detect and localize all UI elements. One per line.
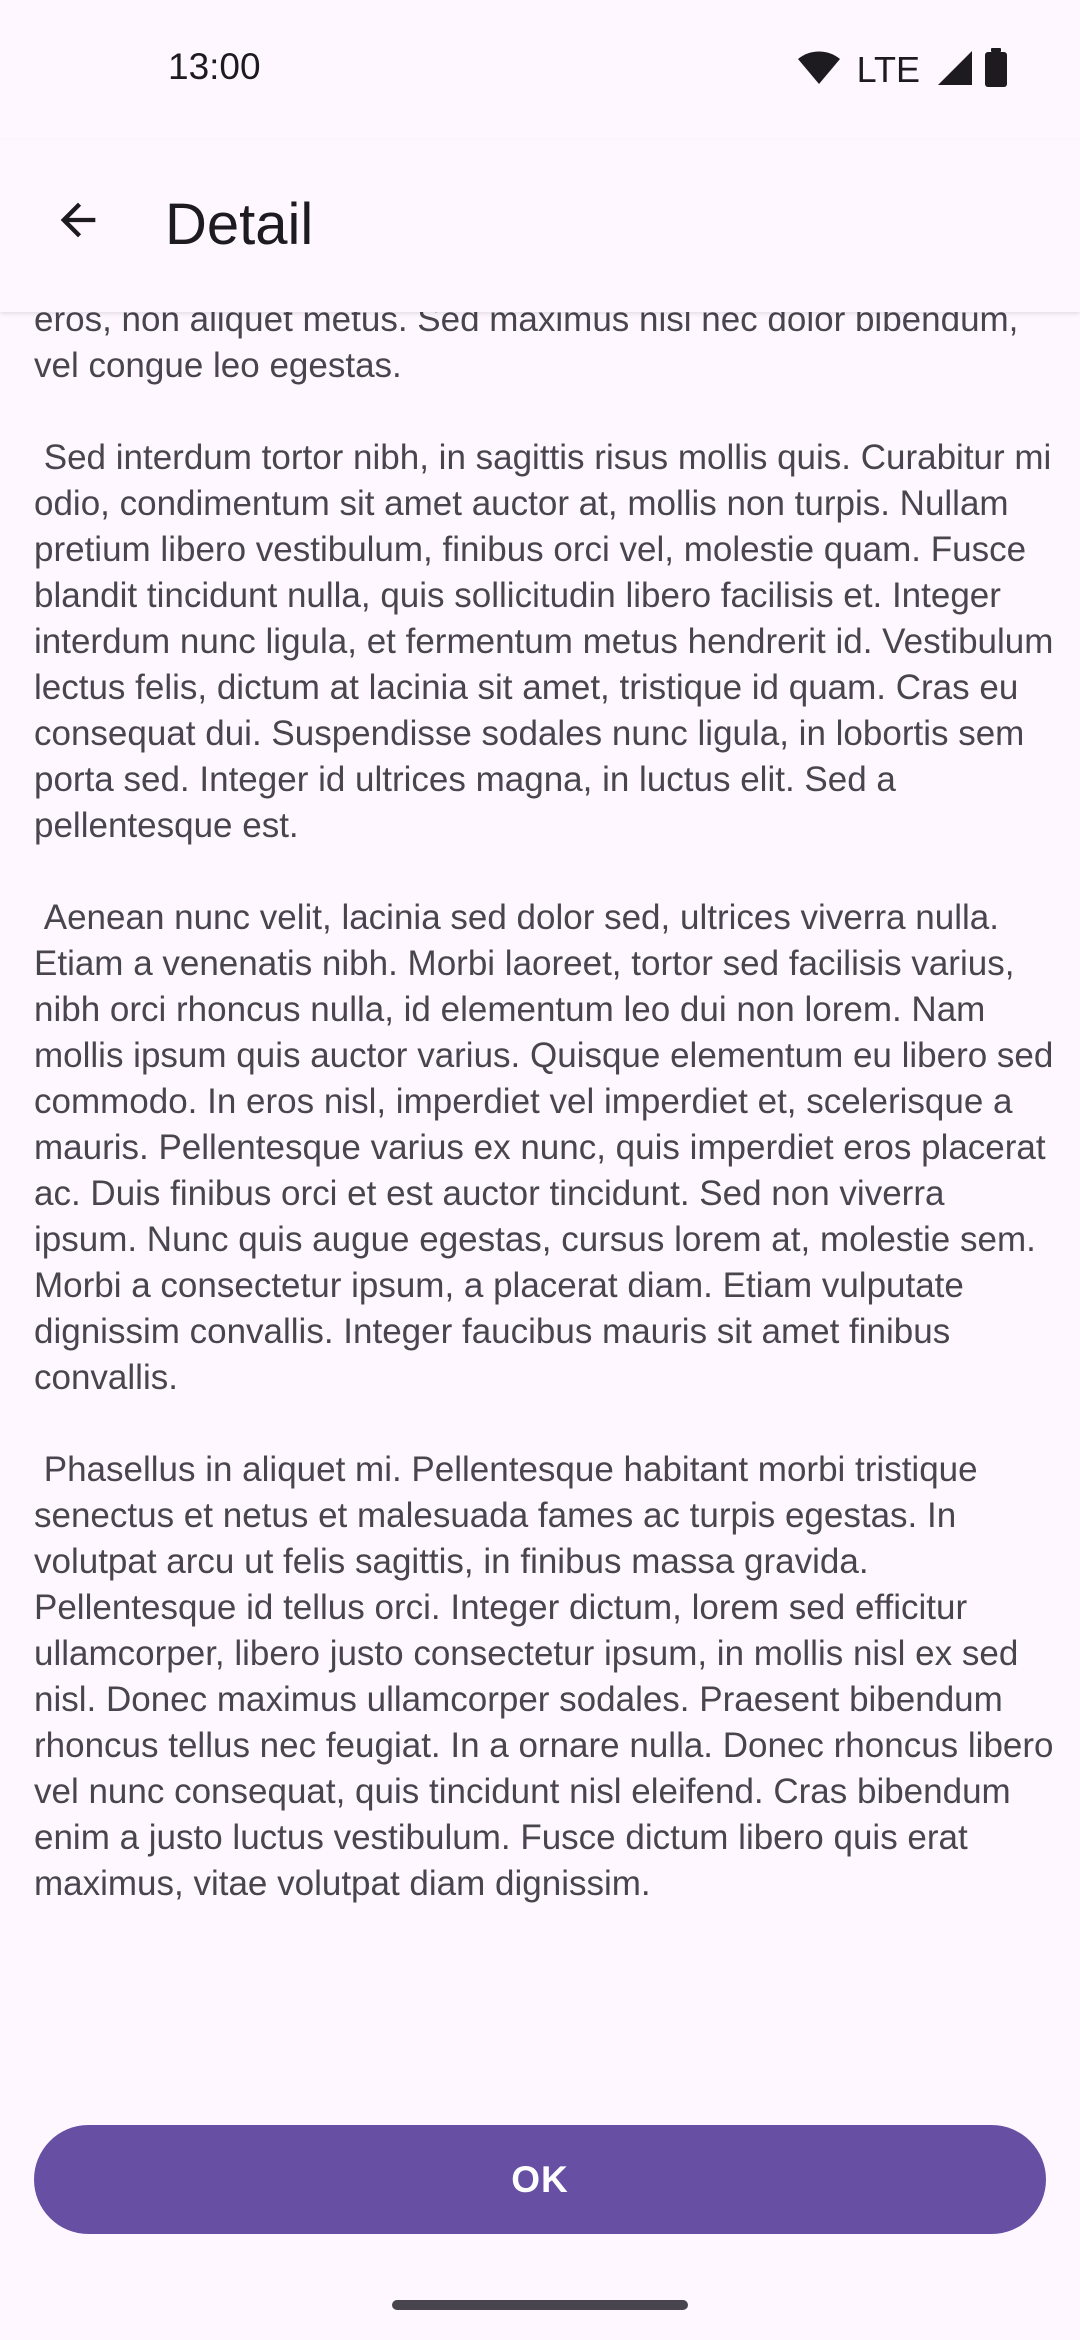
wifi-icon <box>797 50 841 91</box>
network-type-label: LTE <box>856 49 920 90</box>
status-icons: LTE <box>797 47 1008 93</box>
paragraph: Phasellus in aliquet mi. Pellentesque ha… <box>34 1450 1064 1903</box>
status-time: 13:00 <box>168 46 261 87</box>
detail-content-scroll[interactable]: eros, non aliquet metus. Sed maximus nis… <box>0 312 1080 2057</box>
paragraph: Sed interdum tortor nibh, in sagittis ri… <box>34 438 1064 845</box>
paragraph: eros, non aliquet metus. Sed maximus nis… <box>34 312 1029 385</box>
status-bar: 13:00 LTE <box>0 0 1080 140</box>
signal-icon <box>936 49 974 92</box>
ok-button-label: OK <box>511 2158 569 2200</box>
arrow-back-icon <box>52 194 104 251</box>
paragraph: Aenean nunc velit, lacinia sed dolor sed… <box>34 898 1064 1397</box>
battery-icon <box>984 47 1008 93</box>
top-app-bar: Detail <box>0 140 1080 312</box>
detail-text: eros, non aliquet metus. Sed maximus nis… <box>34 312 1054 1953</box>
back-button[interactable] <box>36 180 120 264</box>
home-indicator[interactable] <box>392 2300 688 2310</box>
page-title: Detail <box>165 192 314 257</box>
ok-button[interactable]: OK <box>34 2125 1046 2234</box>
